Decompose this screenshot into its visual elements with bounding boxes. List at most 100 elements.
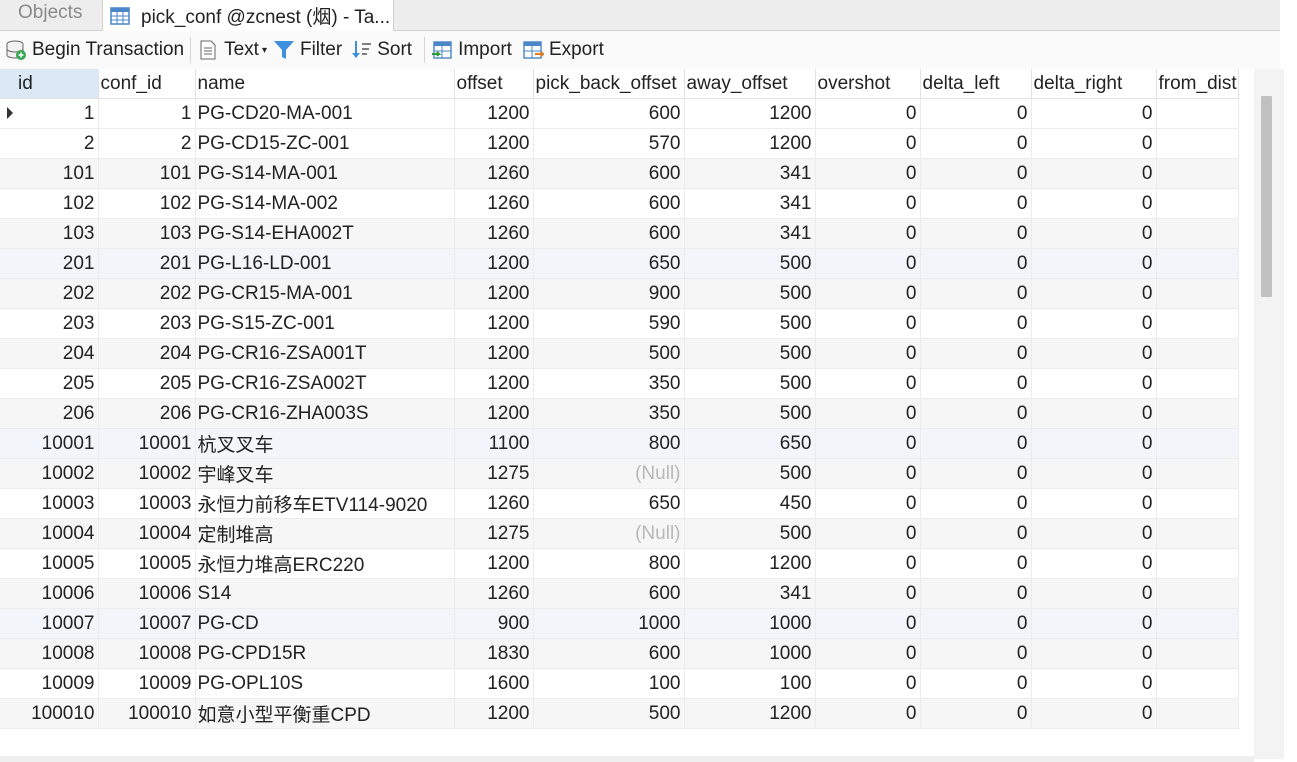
cell-overshot[interactable]: 0 bbox=[815, 158, 921, 189]
cell-conf-id[interactable]: 1 bbox=[98, 98, 196, 129]
table-row[interactable]: 10003 10003 永恒力前移车ETV114-9020 1260 650 450 0 0 0 bbox=[0, 488, 1239, 519]
cell-name[interactable]: PG-S14-MA-002 bbox=[195, 188, 455, 219]
cell-from-dist[interactable] bbox=[1156, 158, 1239, 189]
cell-id[interactable]: 10006 bbox=[0, 578, 99, 609]
table-row[interactable]: 103 103 PG-S14-EHA002T 1260 600 341 0 0 0 bbox=[0, 218, 1239, 249]
cell-offset[interactable]: 1200 bbox=[454, 128, 534, 159]
cell-pick-back-offset[interactable]: 350 bbox=[533, 368, 685, 399]
cell-name[interactable]: PG-CR16-ZHA003S bbox=[195, 398, 455, 429]
cell-delta-right[interactable]: 0 bbox=[1031, 518, 1157, 549]
column-header-conf-id[interactable]: conf_id bbox=[98, 69, 196, 99]
cell-away-offset[interactable]: 1200 bbox=[684, 128, 816, 159]
table-row[interactable]: 101 101 PG-S14-MA-001 1260 600 341 0 0 0 bbox=[0, 158, 1239, 189]
export-button[interactable]: Export bbox=[522, 34, 604, 66]
cell-id[interactable]: 1 bbox=[0, 98, 99, 129]
cell-name[interactable]: PG-CD15-ZC-001 bbox=[195, 128, 455, 159]
cell-pick-back-offset[interactable]: 600 bbox=[533, 98, 685, 129]
cell-offset[interactable]: 1260 bbox=[454, 188, 534, 219]
cell-conf-id[interactable]: 102 bbox=[98, 188, 196, 219]
cell-id[interactable]: 206 bbox=[0, 398, 99, 429]
cell-conf-id[interactable]: 204 bbox=[98, 338, 196, 369]
cell-delta-right[interactable]: 0 bbox=[1031, 128, 1157, 159]
cell-conf-id[interactable]: 10005 bbox=[98, 548, 196, 579]
cell-id[interactable]: 2 bbox=[0, 128, 99, 159]
cell-away-offset[interactable]: 500 bbox=[684, 308, 816, 339]
cell-delta-left[interactable]: 0 bbox=[920, 338, 1032, 369]
cell-conf-id[interactable]: 100010 bbox=[98, 698, 196, 729]
table-row[interactable]: 102 102 PG-S14-MA-002 1260 600 341 0 0 0 bbox=[0, 188, 1239, 219]
cell-pick-back-offset[interactable]: 600 bbox=[533, 158, 685, 189]
table-row[interactable]: 205 205 PG-CR16-ZSA002T 1200 350 500 0 0 0 bbox=[0, 368, 1239, 399]
cell-delta-right[interactable]: 0 bbox=[1031, 218, 1157, 249]
table-row[interactable]: 201 201 PG-L16-LD-001 1200 650 500 0 0 0 bbox=[0, 248, 1239, 279]
column-header-overshot[interactable]: overshot bbox=[815, 69, 921, 99]
cell-conf-id[interactable]: 10004 bbox=[98, 518, 196, 549]
column-header-pick-back-offset[interactable]: pick_back_offset bbox=[533, 69, 685, 99]
cell-name[interactable]: PG-S14-MA-001 bbox=[195, 158, 455, 189]
cell-id[interactable]: 10008 bbox=[0, 638, 99, 669]
cell-id[interactable]: 10007 bbox=[0, 608, 99, 639]
cell-away-offset[interactable]: 450 bbox=[684, 488, 816, 519]
cell-delta-left[interactable]: 0 bbox=[920, 128, 1032, 159]
cell-overshot[interactable]: 0 bbox=[815, 188, 921, 219]
cell-name[interactable]: 杭叉叉车 bbox=[195, 428, 455, 459]
cell-delta-right[interactable]: 0 bbox=[1031, 638, 1157, 669]
cell-overshot[interactable]: 0 bbox=[815, 608, 921, 639]
cell-conf-id[interactable]: 10009 bbox=[98, 668, 196, 699]
column-header-from-dist[interactable]: from_dist bbox=[1156, 69, 1239, 99]
cell-id[interactable]: 205 bbox=[0, 368, 99, 399]
column-header-delta-left[interactable]: delta_left bbox=[920, 69, 1032, 99]
cell-pick-back-offset[interactable]: 1000 bbox=[533, 608, 685, 639]
cell-from-dist[interactable] bbox=[1156, 248, 1239, 279]
cell-away-offset[interactable]: 500 bbox=[684, 398, 816, 429]
cell-conf-id[interactable]: 103 bbox=[98, 218, 196, 249]
cell-id[interactable]: 103 bbox=[0, 218, 99, 249]
cell-overshot[interactable]: 0 bbox=[815, 488, 921, 519]
cell-delta-left[interactable]: 0 bbox=[920, 518, 1032, 549]
cell-delta-right[interactable]: 0 bbox=[1031, 188, 1157, 219]
cell-from-dist[interactable] bbox=[1156, 428, 1239, 459]
cell-overshot[interactable]: 0 bbox=[815, 458, 921, 489]
cell-overshot[interactable]: 0 bbox=[815, 128, 921, 159]
cell-from-dist[interactable] bbox=[1156, 548, 1239, 579]
cell-from-dist[interactable] bbox=[1156, 278, 1239, 309]
table-row[interactable]: 10008 10008 PG-CPD15R 1830 600 1000 0 0 0 bbox=[0, 638, 1239, 669]
cell-from-dist[interactable] bbox=[1156, 128, 1239, 159]
table-row[interactable]: 100010 100010 如意小型平衡重CPD 1200 500 1200 0 0 0 bbox=[0, 698, 1239, 729]
cell-away-offset[interactable]: 341 bbox=[684, 218, 816, 249]
cell-delta-left[interactable]: 0 bbox=[920, 398, 1032, 429]
cell-pick-back-offset[interactable]: 600 bbox=[533, 188, 685, 219]
cell-delta-right[interactable]: 0 bbox=[1031, 278, 1157, 309]
cell-offset[interactable]: 1200 bbox=[454, 98, 534, 129]
cell-conf-id[interactable]: 10007 bbox=[98, 608, 196, 639]
cell-from-dist[interactable] bbox=[1156, 638, 1239, 669]
column-header-name[interactable]: name bbox=[195, 69, 455, 99]
cell-pick-back-offset[interactable]: 350 bbox=[533, 398, 685, 429]
cell-delta-right[interactable]: 0 bbox=[1031, 608, 1157, 639]
cell-from-dist[interactable] bbox=[1156, 368, 1239, 399]
cell-offset[interactable]: 1200 bbox=[454, 278, 534, 309]
cell-conf-id[interactable]: 10001 bbox=[98, 428, 196, 459]
table-row[interactable]: 10005 10005 永恒力堆高ERC220 1200 800 1200 0 0 0 bbox=[0, 548, 1239, 579]
cell-overshot[interactable]: 0 bbox=[815, 578, 921, 609]
cell-from-dist[interactable] bbox=[1156, 488, 1239, 519]
cell-name[interactable]: PG-CR15-MA-001 bbox=[195, 278, 455, 309]
cell-name[interactable]: 宇峰叉车 bbox=[195, 458, 455, 489]
cell-conf-id[interactable]: 202 bbox=[98, 278, 196, 309]
cell-overshot[interactable]: 0 bbox=[815, 308, 921, 339]
cell-pick-back-offset[interactable]: 800 bbox=[533, 428, 685, 459]
cell-pick-back-offset[interactable]: 600 bbox=[533, 218, 685, 249]
cell-overshot[interactable]: 0 bbox=[815, 548, 921, 579]
cell-delta-right[interactable]: 0 bbox=[1031, 668, 1157, 699]
column-header-id[interactable]: id bbox=[0, 69, 99, 99]
cell-name[interactable]: PG-OPL10S bbox=[195, 668, 455, 699]
cell-delta-right[interactable]: 0 bbox=[1031, 458, 1157, 489]
cell-from-dist[interactable] bbox=[1156, 668, 1239, 699]
cell-id[interactable]: 201 bbox=[0, 248, 99, 279]
cell-away-offset[interactable]: 500 bbox=[684, 248, 816, 279]
cell-id[interactable]: 10001 bbox=[0, 428, 99, 459]
cell-id[interactable]: 10009 bbox=[0, 668, 99, 699]
cell-from-dist[interactable] bbox=[1156, 218, 1239, 249]
cell-name[interactable]: PG-CD bbox=[195, 608, 455, 639]
cell-pick-back-offset[interactable]: 590 bbox=[533, 308, 685, 339]
